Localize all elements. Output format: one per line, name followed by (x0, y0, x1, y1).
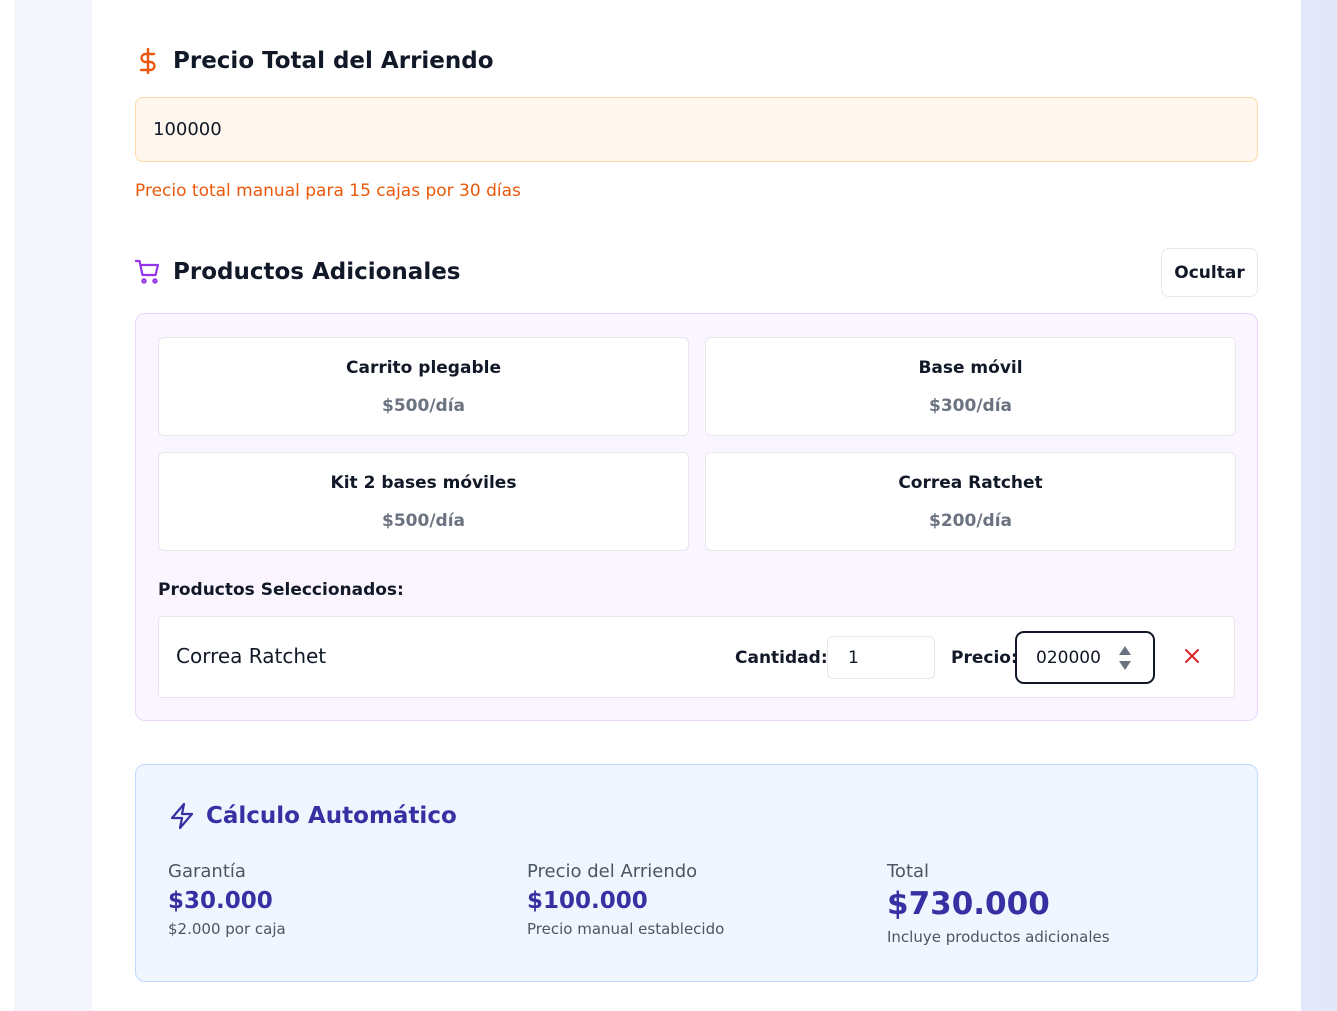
product-rate: $200/día (929, 511, 1012, 531)
quantity-value: 1 (848, 647, 859, 668)
spinner-arrows-icon[interactable] (1118, 644, 1132, 672)
rent-sub: Precio manual establecido (527, 920, 725, 938)
selected-products-title: Productos Seleccionados: (158, 580, 404, 600)
product-name: Carrito plegable (346, 358, 501, 378)
products-section-title: Productos Adicionales (135, 259, 461, 285)
hide-products-button[interactable]: Ocultar (1161, 248, 1258, 297)
product-name: Correa Ratchet (898, 473, 1043, 493)
rent-summary: Precio del Arriendo $100.000 Precio manu… (527, 861, 724, 938)
product-card-kit-2-bases[interactable]: Kit 2 bases móviles $500/día (158, 452, 689, 551)
lightning-icon (168, 802, 196, 830)
product-rate: $500/día (382, 511, 465, 531)
price-label: Precio: (951, 648, 1018, 668)
total-summary: Total $730.000 Incluye productos adicion… (887, 861, 1110, 946)
guarantee-sub: $2.000 por caja (168, 920, 286, 938)
remove-product-close-icon[interactable] (1182, 646, 1202, 666)
price-section-title: Precio Total del Arriendo (135, 48, 494, 74)
total-price-value: 100000 (153, 119, 222, 140)
product-card-correa-ratchet[interactable]: Correa Ratchet $200/día (705, 452, 1236, 551)
product-rate: $300/día (929, 396, 1012, 416)
products-panel: Carrito plegable $500/día Base móvil $30… (135, 313, 1258, 721)
product-name: Base móvil (918, 358, 1023, 378)
page-edge (0, 0, 14, 1011)
products-section-title-text: Productos Adicionales (173, 259, 461, 285)
total-value: $730.000 (887, 886, 1050, 922)
calc-section-title-text: Cálculo Automático (206, 803, 457, 829)
rent-label: Precio del Arriendo (527, 861, 698, 882)
product-card-carrito-plegable[interactable]: Carrito plegable $500/día (158, 337, 689, 436)
selected-product-name: Correa Ratchet (176, 644, 327, 668)
quantity-input[interactable]: 1 (827, 636, 935, 679)
dollar-icon (135, 48, 161, 74)
quantity-label: Cantidad: (735, 648, 828, 668)
guarantee-label: Garantía (168, 861, 246, 882)
rent-value: $100.000 (527, 888, 648, 914)
selected-product-row: Correa Ratchet Cantidad: 1 Precio: 02000… (158, 616, 1235, 698)
calc-section-title: Cálculo Automático (168, 802, 457, 830)
product-card-base-movil[interactable]: Base móvil $300/día (705, 337, 1236, 436)
product-rate: $500/día (382, 396, 465, 416)
total-label: Total (887, 861, 930, 882)
total-price-input[interactable]: 100000 (135, 97, 1258, 162)
guarantee-summary: Garantía $30.000 $2.000 por caja (168, 861, 286, 938)
product-price-value: 020000 (1036, 647, 1101, 668)
auto-calculation-panel: Cálculo Automático Garantía $30.000 $2.0… (135, 764, 1258, 982)
form-card: Precio Total del Arriendo 100000 Precio … (92, 0, 1301, 1011)
price-help-text: Precio total manual para 15 cajas por 30… (135, 181, 521, 201)
product-name: Kit 2 bases móviles (330, 473, 517, 493)
shopping-cart-icon (135, 259, 161, 285)
total-sub: Incluye productos adicionales (887, 928, 1110, 946)
guarantee-value: $30.000 (168, 888, 273, 914)
product-price-input[interactable]: 020000 (1015, 631, 1155, 684)
price-section-title-text: Precio Total del Arriendo (173, 48, 494, 74)
